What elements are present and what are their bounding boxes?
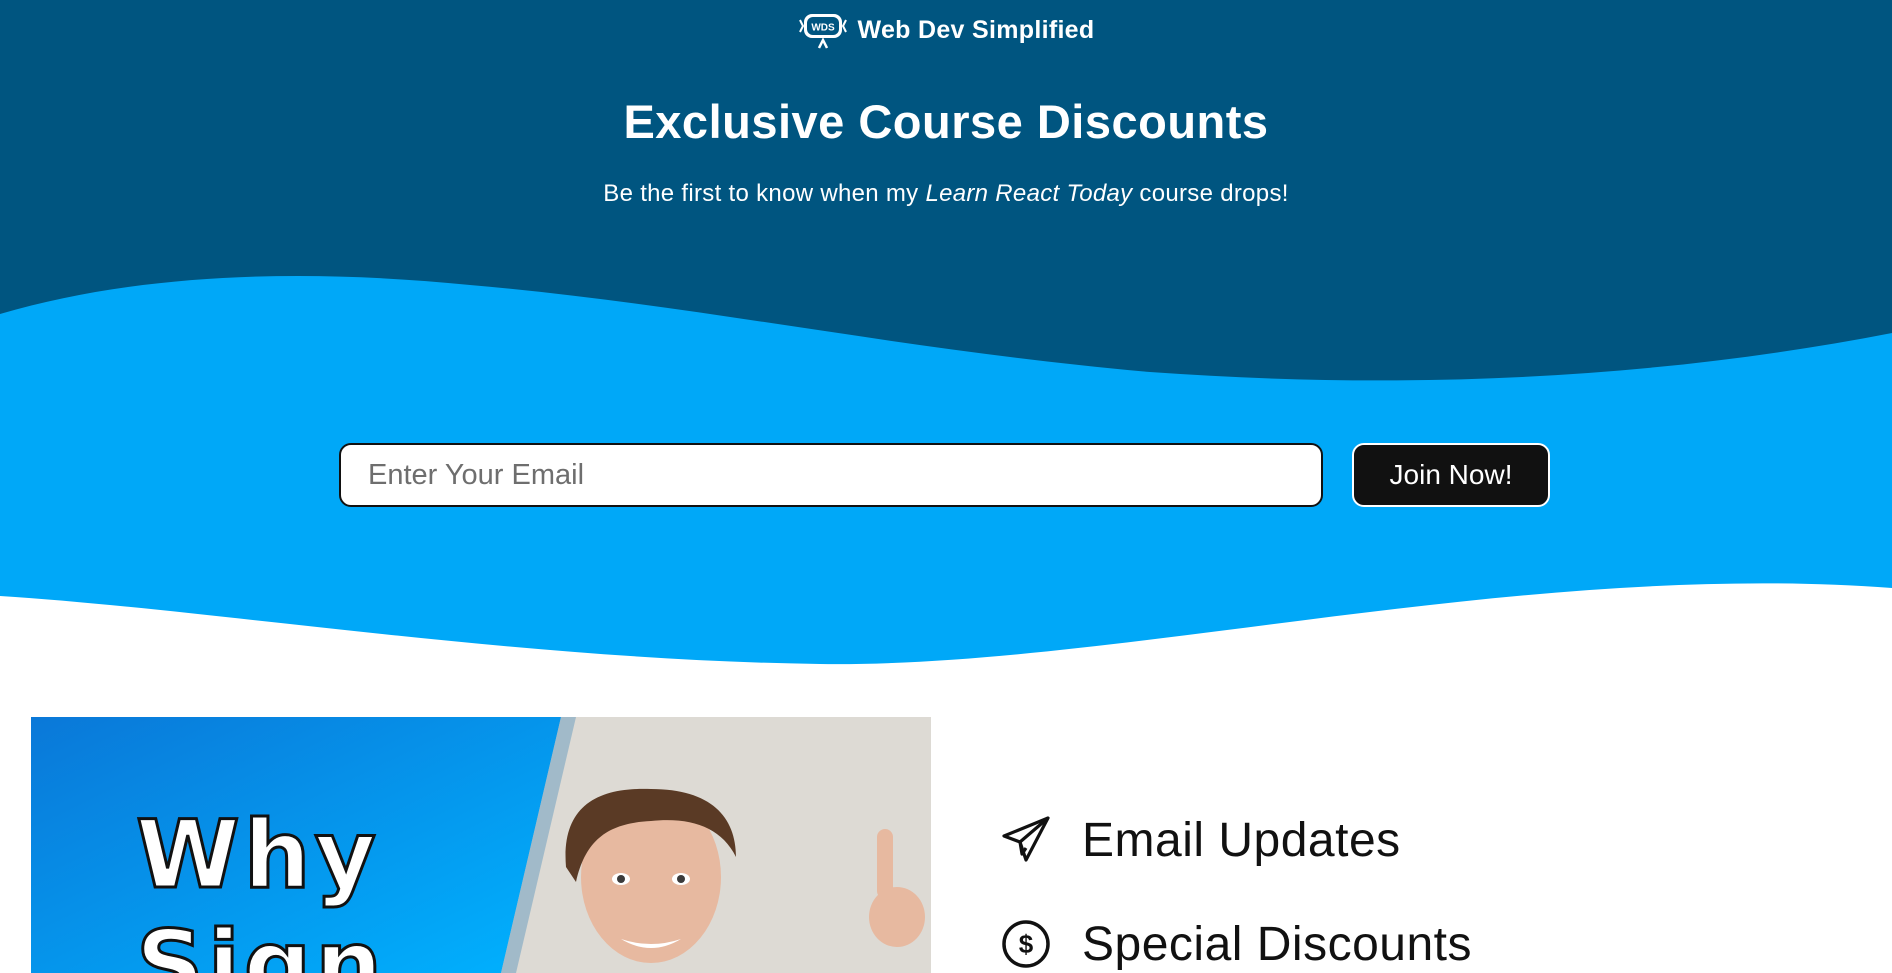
feature-label: Email Updates: [1082, 813, 1401, 867]
promo-video-thumbnail[interactable]: Why Sign: [31, 717, 931, 973]
brand-header[interactable]: WDS Web Dev Simplified: [0, 10, 1892, 50]
join-now-button[interactable]: Join Now!: [1352, 443, 1550, 507]
subtitle-text-after: course drops!: [1132, 180, 1289, 207]
signup-form: Join Now!: [339, 443, 1550, 507]
wds-logo-text: WDS: [811, 23, 835, 34]
brand-name: Web Dev Simplified: [857, 15, 1095, 44]
feature-list: Email Updates $ Special Discounts: [1000, 810, 1472, 973]
wds-logo-icon: WDS: [798, 14, 847, 49]
paper-plane-icon: [1002, 816, 1050, 862]
svg-text:$: $: [1019, 929, 1034, 959]
subtitle-text-before: Be the first to know when my: [603, 180, 926, 207]
page-title: Exclusive Course Discounts: [623, 95, 1269, 148]
dollar-circle-icon: $: [1002, 920, 1050, 968]
email-input[interactable]: [339, 443, 1323, 507]
feature-email-updates: Email Updates: [1000, 810, 1472, 870]
course-name: Learn React Today: [925, 180, 1133, 207]
feature-label: Special Discounts: [1082, 917, 1473, 971]
hero-subtitle: Be the first to know when my Learn React…: [0, 180, 1892, 208]
promo-line-1: Why: [134, 800, 380, 912]
promo-headline: Why Sign: [134, 800, 387, 973]
feature-special-discounts: $ Special Discounts: [1000, 914, 1472, 973]
promo-line-2: Sign: [134, 910, 387, 973]
